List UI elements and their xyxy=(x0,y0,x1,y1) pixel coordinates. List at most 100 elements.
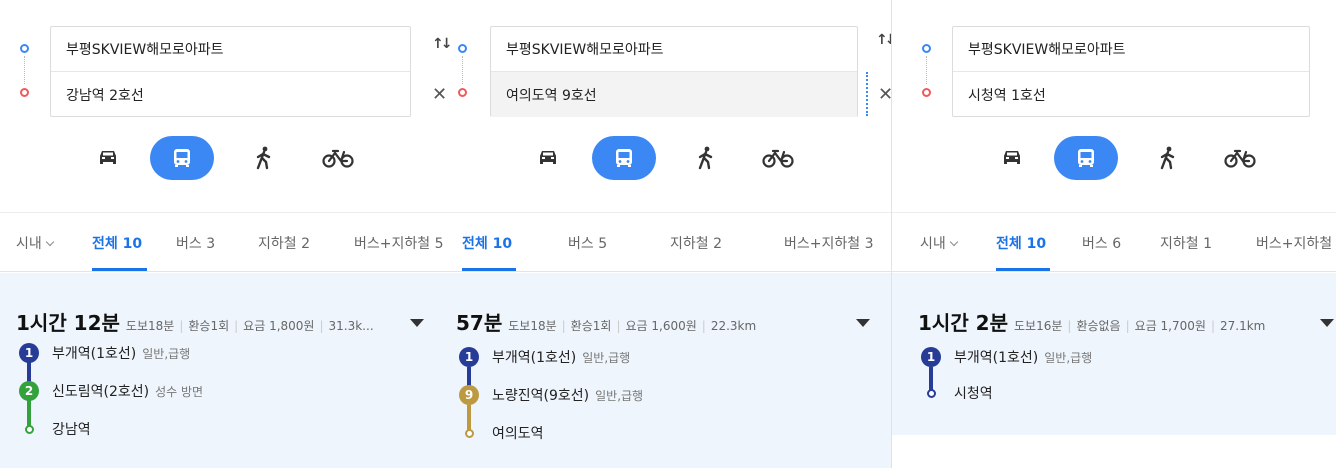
tab-all[interactable]: 전체 10 xyxy=(462,233,512,253)
fare: 요금 1,600원 xyxy=(625,319,697,333)
walk-mode-button[interactable] xyxy=(232,136,296,180)
expand-triangle-icon[interactable] xyxy=(410,319,424,327)
walk-icon xyxy=(1160,146,1175,170)
distance: 22.3km xyxy=(710,319,757,333)
bike-mode-button[interactable] xyxy=(746,136,810,180)
distance: 31.3k... xyxy=(328,319,374,333)
area-filter-dropdown[interactable]: 시내 xyxy=(16,233,55,253)
tab-bus[interactable]: 버스 5 xyxy=(568,233,607,253)
route-panel-2: ↑↓ ✕ 부평SKVIEW해모로아파트 여의도역 9호선 ↑↓ ✕ 전체 10 … xyxy=(448,0,891,468)
destination-input[interactable]: 시청역 1호선 xyxy=(953,72,1309,117)
distance: 27.1km xyxy=(1220,319,1266,333)
origin-input[interactable]: 부평SKVIEW해모로아파트 xyxy=(953,27,1309,72)
tab-bus[interactable]: 버스 6 xyxy=(1082,233,1121,253)
chevron-down-icon xyxy=(949,237,959,247)
walk-mode-button[interactable] xyxy=(674,136,738,180)
active-tab-indicator xyxy=(462,268,516,271)
swap-vertical-icon[interactable]: ↑↓ xyxy=(432,36,448,52)
car-mode-button[interactable] xyxy=(76,136,140,180)
bike-mode-button[interactable] xyxy=(1208,136,1272,180)
close-icon[interactable]: ✕ xyxy=(878,84,891,105)
walk-icon xyxy=(698,146,713,170)
line-badge: 9 xyxy=(459,385,479,405)
tab-bus-subway[interactable]: 버스+지하철 5 xyxy=(354,233,444,253)
tab-subway[interactable]: 지하철 1 xyxy=(1160,233,1212,253)
bus-icon xyxy=(174,149,190,167)
destination-pin-icon xyxy=(458,88,467,97)
tab-all[interactable]: 전체 10 xyxy=(92,233,142,253)
destination-input[interactable]: 강남역 2호선 xyxy=(51,72,410,117)
route-inputs: 부평SKVIEW해모로아파트 여의도역 9호선 xyxy=(490,26,858,117)
step-desc: 일반,급행 xyxy=(142,346,191,361)
origin-input[interactable]: 부평SKVIEW해모로아파트 xyxy=(51,27,410,72)
step-desc: 일반,급행 xyxy=(595,388,644,403)
arrival-dot-icon xyxy=(459,423,479,443)
duration: 1시간 2분 xyxy=(918,311,1008,335)
route-inputs: 부평SKVIEW해모로아파트 강남역 2호선 xyxy=(50,26,411,117)
expand-triangle-icon[interactable] xyxy=(1320,319,1334,327)
route-result[interactable]: 57분 도보18분 | 환승1회 | 요금 1,600원 | 22.3km 1 부개역… xyxy=(448,273,891,468)
fare: 요금 1,700원 xyxy=(1134,319,1206,333)
route-inputs: 부평SKVIEW해모로아파트 시청역 1호선 xyxy=(952,26,1310,117)
origin-pin-icon xyxy=(20,44,29,53)
tab-all[interactable]: 전체 10 xyxy=(996,233,1046,253)
bus-icon xyxy=(616,149,632,167)
walk-time: 도보16분 xyxy=(1014,319,1063,333)
duration: 1시간 12분 xyxy=(16,311,120,335)
arrival-dot-icon xyxy=(19,419,39,439)
route-result[interactable]: 1시간 2분 도보16분 | 환승없음 | 요금 1,700원 | 27.1km 1 … xyxy=(892,273,1336,435)
step-desc: 성수 방면 xyxy=(155,384,204,399)
step-desc: 일반,급행 xyxy=(1044,350,1093,365)
duration: 57분 xyxy=(456,311,503,335)
tab-subway[interactable]: 지하철 2 xyxy=(258,233,310,253)
step-desc: 일반,급행 xyxy=(582,350,631,365)
swap-vertical-icon[interactable]: ↑↓ xyxy=(876,32,891,48)
active-tab-indicator xyxy=(996,268,1050,271)
transfer-count: 환승없음 xyxy=(1076,319,1121,333)
origin-input[interactable]: 부평SKVIEW해모로아파트 xyxy=(491,27,857,72)
area-filter-dropdown[interactable]: 시내 xyxy=(920,233,959,253)
route-summary: 1시간 12분 도보18분 | 환승1회 | 요금 1,800원 | 31.3k... xyxy=(16,307,374,336)
car-mode-button[interactable] xyxy=(980,136,1044,180)
route-summary: 57분 도보18분 | 환승1회 | 요금 1,600원 | 22.3km xyxy=(456,307,756,336)
tab-bus-subway[interactable]: 버스+지하철 3 xyxy=(784,233,874,253)
route-summary: 1시간 2분 도보16분 | 환승없음 | 요금 1,700원 | 27.1km xyxy=(918,307,1265,336)
bike-mode-button[interactable] xyxy=(306,136,370,180)
car-icon xyxy=(1004,151,1020,164)
route-step: 강남역 xyxy=(19,419,91,439)
station-name: 부개역(1호선) xyxy=(492,350,577,366)
result-tabs: 전체 10 버스 5 지하철 2 버스+지하철 3 xyxy=(448,212,891,272)
walk-mode-button[interactable] xyxy=(1136,136,1200,180)
bus-icon xyxy=(1078,149,1094,167)
fare: 요금 1,800원 xyxy=(243,319,315,333)
route-result[interactable]: 1시간 12분 도보18분 | 환승1회 | 요금 1,800원 | 31.3k...… xyxy=(0,273,448,468)
station-name: 신도림역(2호선) xyxy=(52,384,150,400)
car-mode-button[interactable] xyxy=(516,136,580,180)
tab-bus[interactable]: 버스 3 xyxy=(176,233,215,253)
route-step: 시청역 xyxy=(921,383,993,403)
arrival-dot-icon xyxy=(921,383,941,403)
tab-subway[interactable]: 지하철 2 xyxy=(670,233,722,253)
active-tab-indicator xyxy=(92,268,147,271)
close-icon[interactable]: ✕ xyxy=(432,84,447,105)
route-step: 1 부개역(1호선) 일반,급행 xyxy=(921,347,1092,367)
transit-mode-button[interactable] xyxy=(150,136,214,180)
car-icon xyxy=(100,151,116,164)
line-badge: 1 xyxy=(19,343,39,363)
route-panel-1: 부평SKVIEW해모로아파트 강남역 2호선 ↑↓ ✕ 시내 전체 10 버스 … xyxy=(0,0,448,468)
route-step: 2 신도림역(2호선) 성수 방면 xyxy=(19,381,203,401)
destination-input[interactable]: 여의도역 9호선 xyxy=(491,72,857,117)
result-tabs: 시내 전체 10 버스 6 지하철 1 버스+지하철 xyxy=(892,212,1336,272)
transit-mode-button[interactable] xyxy=(592,136,656,180)
pin-connector xyxy=(926,56,927,84)
result-tabs: 시내 전체 10 버스 3 지하철 2 버스+지하철 5 xyxy=(0,212,448,272)
car-icon xyxy=(540,151,556,164)
swap-vertical-icon[interactable]: ↑↓ xyxy=(448,36,453,52)
transit-mode-button[interactable] xyxy=(1054,136,1118,180)
expand-triangle-icon[interactable] xyxy=(856,319,870,327)
line-badge: 1 xyxy=(459,347,479,367)
destination-pin-icon xyxy=(922,88,931,97)
station-name: 부개역(1호선) xyxy=(954,350,1039,366)
bike-icon xyxy=(762,149,794,168)
tab-bus-subway[interactable]: 버스+지하철 xyxy=(1256,233,1332,253)
